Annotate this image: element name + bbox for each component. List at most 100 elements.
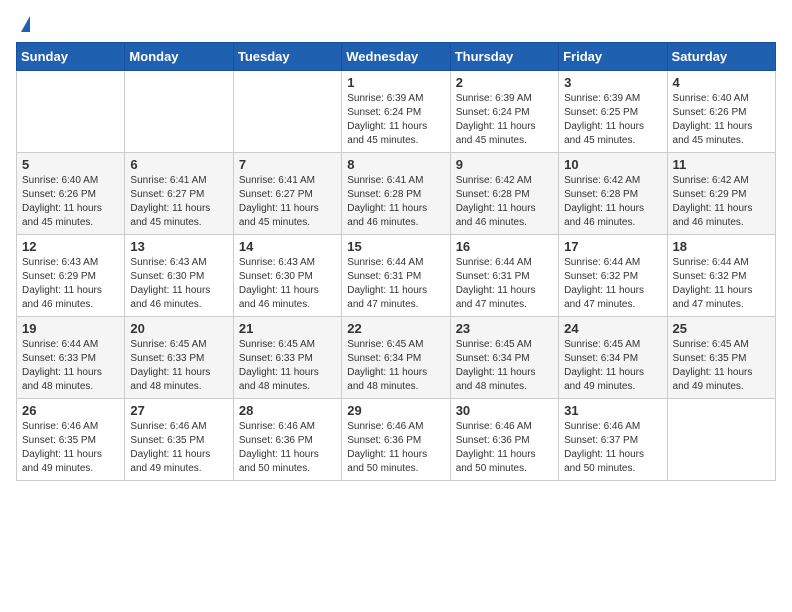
day-of-week-header: Sunday xyxy=(17,43,125,71)
day-info: Sunrise: 6:46 AM Sunset: 6:37 PM Dayligh… xyxy=(564,420,661,476)
calendar-cell: 14 Sunrise: 6:43 AM Sunset: 6:30 PM Dayli… xyxy=(233,235,341,317)
day-info: Sunrise: 6:43 AM Sunset: 6:30 PM Dayligh… xyxy=(130,256,227,312)
calendar-cell: 3Sunrise: 6:39 AM Sunset: 6:25 PM Daylig… xyxy=(559,71,667,153)
day-number: 20 xyxy=(130,321,227,336)
day-info: Sunrise: 6:43 AM Sunset: 6:30 PM Dayligh… xyxy=(239,256,336,312)
calendar-cell: 1 Sunrise: 6:39 AM Sunset: 6:24 PM Daylig… xyxy=(342,71,450,153)
calendar-header-row: SundayMondayTuesdayWednesdayThursdayFrid… xyxy=(17,43,776,71)
day-number: 4 xyxy=(673,75,770,90)
day-number: 6 xyxy=(130,157,227,172)
day-of-week-header: Saturday xyxy=(667,43,775,71)
calendar-cell: 20 Sunrise: 6:45 AM Sunset: 6:33 PM Dayli… xyxy=(125,317,233,399)
day-number: 7 xyxy=(239,157,336,172)
calendar-week-row: 1 Sunrise: 6:39 AM Sunset: 6:24 PM Daylig… xyxy=(17,71,776,153)
day-of-week-header: Thursday xyxy=(450,43,558,71)
day-info: Sunrise: 6:41 AM Sunset: 6:28 PM Dayligh… xyxy=(347,174,444,230)
day-number: 12 xyxy=(22,239,119,254)
calendar-week-row: 19Sunrise: 6:44 AM Sunset: 6:33 PM Dayli… xyxy=(17,317,776,399)
day-number: 15 xyxy=(347,239,444,254)
day-number: 30 xyxy=(456,403,553,418)
calendar-cell: 11 Sunrise: 6:42 AM Sunset: 6:29 PM Dayli… xyxy=(667,153,775,235)
day-info: Sunrise: 6:46 AM Sunset: 6:35 PM Dayligh… xyxy=(130,420,227,476)
calendar-cell: 19Sunrise: 6:44 AM Sunset: 6:33 PM Dayli… xyxy=(17,317,125,399)
day-of-week-header: Wednesday xyxy=(342,43,450,71)
day-number: 2 xyxy=(456,75,553,90)
day-number: 11 xyxy=(673,157,770,172)
day-number: 1 xyxy=(347,75,444,90)
day-number: 14 xyxy=(239,239,336,254)
day-number: 9 xyxy=(456,157,553,172)
calendar-cell: 12 Sunrise: 6:43 AM Sunset: 6:29 PM Dayli… xyxy=(17,235,125,317)
calendar-week-row: 12 Sunrise: 6:43 AM Sunset: 6:29 PM Dayli… xyxy=(17,235,776,317)
calendar-cell: 5 Sunrise: 6:40 AM Sunset: 6:26 PM Daylig… xyxy=(17,153,125,235)
day-info: Sunrise: 6:44 AM Sunset: 6:31 PM Dayligh… xyxy=(456,256,553,312)
calendar-cell: 6Sunrise: 6:41 AM Sunset: 6:27 PM Daylig… xyxy=(125,153,233,235)
logo xyxy=(16,16,30,30)
calendar-cell xyxy=(125,71,233,153)
day-info: Sunrise: 6:45 AM Sunset: 6:35 PM Dayligh… xyxy=(673,338,770,394)
day-info: Sunrise: 6:41 AM Sunset: 6:27 PM Dayligh… xyxy=(239,174,336,230)
day-info: Sunrise: 6:45 AM Sunset: 6:34 PM Dayligh… xyxy=(347,338,444,394)
calendar-table: SundayMondayTuesdayWednesdayThursdayFrid… xyxy=(16,42,776,481)
page-header xyxy=(16,16,776,30)
day-info: Sunrise: 6:39 AM Sunset: 6:24 PM Dayligh… xyxy=(347,92,444,148)
calendar-cell: 26 Sunrise: 6:46 AM Sunset: 6:35 PM Dayli… xyxy=(17,399,125,481)
day-number: 5 xyxy=(22,157,119,172)
calendar-cell: 22 Sunrise: 6:45 AM Sunset: 6:34 PM Dayli… xyxy=(342,317,450,399)
calendar-cell xyxy=(233,71,341,153)
day-number: 21 xyxy=(239,321,336,336)
calendar-cell: 29 Sunrise: 6:46 AM Sunset: 6:36 PM Dayli… xyxy=(342,399,450,481)
day-number: 24 xyxy=(564,321,661,336)
calendar-week-row: 26 Sunrise: 6:46 AM Sunset: 6:35 PM Dayli… xyxy=(17,399,776,481)
calendar-cell: 24Sunrise: 6:45 AM Sunset: 6:34 PM Dayli… xyxy=(559,317,667,399)
day-info: Sunrise: 6:39 AM Sunset: 6:24 PM Dayligh… xyxy=(456,92,553,148)
day-info: Sunrise: 6:42 AM Sunset: 6:29 PM Dayligh… xyxy=(673,174,770,230)
day-info: Sunrise: 6:45 AM Sunset: 6:33 PM Dayligh… xyxy=(130,338,227,394)
day-of-week-header: Friday xyxy=(559,43,667,71)
calendar-cell: 21 Sunrise: 6:45 AM Sunset: 6:33 PM Dayli… xyxy=(233,317,341,399)
day-number: 10 xyxy=(564,157,661,172)
calendar-cell: 27 Sunrise: 6:46 AM Sunset: 6:35 PM Dayli… xyxy=(125,399,233,481)
day-of-week-header: Tuesday xyxy=(233,43,341,71)
day-number: 26 xyxy=(22,403,119,418)
day-number: 25 xyxy=(673,321,770,336)
day-of-week-header: Monday xyxy=(125,43,233,71)
day-number: 8 xyxy=(347,157,444,172)
day-number: 13 xyxy=(130,239,227,254)
day-number: 17 xyxy=(564,239,661,254)
calendar-cell: 18 Sunrise: 6:44 AM Sunset: 6:32 PM Dayli… xyxy=(667,235,775,317)
calendar-cell: 9 Sunrise: 6:42 AM Sunset: 6:28 PM Daylig… xyxy=(450,153,558,235)
day-number: 29 xyxy=(347,403,444,418)
logo-triangle-icon xyxy=(21,16,30,32)
calendar-cell: 23Sunrise: 6:45 AM Sunset: 6:34 PM Dayli… xyxy=(450,317,558,399)
day-info: Sunrise: 6:46 AM Sunset: 6:36 PM Dayligh… xyxy=(456,420,553,476)
day-number: 27 xyxy=(130,403,227,418)
day-info: Sunrise: 6:42 AM Sunset: 6:28 PM Dayligh… xyxy=(456,174,553,230)
calendar-cell: 25 Sunrise: 6:45 AM Sunset: 6:35 PM Dayli… xyxy=(667,317,775,399)
day-info: Sunrise: 6:43 AM Sunset: 6:29 PM Dayligh… xyxy=(22,256,119,312)
calendar-cell: 10 Sunrise: 6:42 AM Sunset: 6:28 PM Dayli… xyxy=(559,153,667,235)
calendar-cell: 2 Sunrise: 6:39 AM Sunset: 6:24 PM Daylig… xyxy=(450,71,558,153)
calendar-week-row: 5 Sunrise: 6:40 AM Sunset: 6:26 PM Daylig… xyxy=(17,153,776,235)
day-number: 18 xyxy=(673,239,770,254)
calendar-cell xyxy=(17,71,125,153)
day-info: Sunrise: 6:46 AM Sunset: 6:36 PM Dayligh… xyxy=(239,420,336,476)
day-info: Sunrise: 6:40 AM Sunset: 6:26 PM Dayligh… xyxy=(22,174,119,230)
day-info: Sunrise: 6:44 AM Sunset: 6:31 PM Dayligh… xyxy=(347,256,444,312)
calendar-cell: 7 Sunrise: 6:41 AM Sunset: 6:27 PM Daylig… xyxy=(233,153,341,235)
calendar-cell: 8 Sunrise: 6:41 AM Sunset: 6:28 PM Daylig… xyxy=(342,153,450,235)
day-info: Sunrise: 6:45 AM Sunset: 6:33 PM Dayligh… xyxy=(239,338,336,394)
calendar-cell: 4Sunrise: 6:40 AM Sunset: 6:26 PM Daylig… xyxy=(667,71,775,153)
day-number: 28 xyxy=(239,403,336,418)
day-info: Sunrise: 6:45 AM Sunset: 6:34 PM Dayligh… xyxy=(456,338,553,394)
day-info: Sunrise: 6:44 AM Sunset: 6:32 PM Dayligh… xyxy=(673,256,770,312)
day-info: Sunrise: 6:42 AM Sunset: 6:28 PM Dayligh… xyxy=(564,174,661,230)
day-number: 19 xyxy=(22,321,119,336)
day-number: 22 xyxy=(347,321,444,336)
day-number: 31 xyxy=(564,403,661,418)
day-info: Sunrise: 6:44 AM Sunset: 6:32 PM Dayligh… xyxy=(564,256,661,312)
calendar-cell: 17 Sunrise: 6:44 AM Sunset: 6:32 PM Dayli… xyxy=(559,235,667,317)
day-number: 3 xyxy=(564,75,661,90)
day-info: Sunrise: 6:46 AM Sunset: 6:35 PM Dayligh… xyxy=(22,420,119,476)
day-info: Sunrise: 6:46 AM Sunset: 6:36 PM Dayligh… xyxy=(347,420,444,476)
